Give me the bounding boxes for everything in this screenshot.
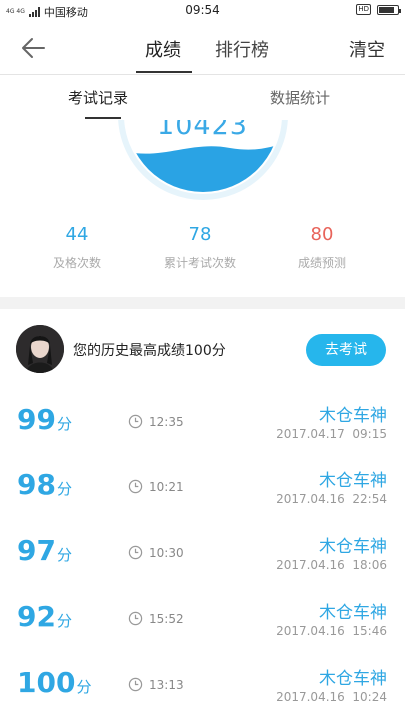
subtab-indicator [85, 117, 121, 119]
record-duration: 12:35 [128, 414, 184, 429]
record-score: 100分 [17, 666, 92, 699]
record-name: 木仓车神 [319, 406, 387, 426]
status-right: HD [356, 4, 401, 15]
subtab-exam-records[interactable]: 考试记录 [68, 87, 128, 108]
record-date: 2017.04.16 15:46 [276, 624, 387, 638]
subtab-statistics[interactable]: 数据统计 [270, 87, 330, 108]
record-duration: 10:30 [128, 545, 184, 560]
record-duration: 10:21 [128, 479, 184, 494]
section-divider [0, 297, 405, 309]
stat-value: 80 [310, 224, 334, 245]
tab-scores[interactable]: 成绩 [145, 36, 181, 62]
stats-row: 44 及格次数 78 累计考试次数 80 成绩预测 [0, 220, 405, 280]
best-score-row: 您的历史最高成绩100分 去考试 [0, 309, 405, 389]
gauge-value: 10423 [157, 120, 248, 141]
stat-passed: 44 及格次数 [22, 220, 132, 271]
record-date: 2017.04.16 18:06 [276, 558, 387, 572]
record-score: 92分 [17, 600, 72, 633]
stat-label: 及格次数 [52, 256, 101, 270]
battery-icon [377, 4, 401, 15]
tab-ranking[interactable]: 排行榜 [215, 36, 269, 62]
record-score: 97分 [17, 534, 72, 567]
record-duration: 13:13 [128, 677, 184, 692]
status-bar: 4G 4G 中国移动 09:54 HD [0, 0, 405, 22]
take-exam-button[interactable]: 去考试 [306, 334, 386, 366]
record-name: 木仓车神 [319, 471, 387, 491]
record-name: 木仓车神 [319, 603, 387, 623]
score-gauge: 10423 [0, 120, 405, 220]
tab-indicator [136, 71, 192, 73]
sub-tabs: 考试记录 数据统计 [0, 75, 405, 120]
avatar[interactable] [16, 325, 64, 373]
score-area: 10423 44 及格次数 78 累计考试次数 80 成绩预测 [0, 120, 405, 300]
nav-bar: 成绩 排行榜 清空 [0, 22, 405, 74]
clock-icon [128, 414, 143, 429]
clock-icon [128, 611, 143, 626]
record-row[interactable]: 99分 12:35 木仓车神 2017.04.17 09:15 [0, 389, 405, 455]
clock-icon [128, 479, 143, 494]
avatar-image [16, 325, 64, 373]
stat-value: 44 [65, 224, 89, 245]
record-score: 98分 [17, 468, 72, 501]
record-row[interactable]: 97分 10:30 木仓车神 2017.04.16 18:06 [0, 520, 405, 586]
record-name: 木仓车神 [319, 669, 387, 689]
clear-button[interactable]: 清空 [349, 36, 385, 62]
record-name: 木仓车神 [319, 537, 387, 557]
record-score: 99分 [17, 403, 72, 436]
hd-badge: HD [356, 4, 371, 15]
clock-icon [128, 545, 143, 560]
stat-prediction: 80 成绩预测 [267, 220, 377, 271]
record-date: 2017.04.16 10:24 [276, 690, 387, 704]
clock-icon [128, 677, 143, 692]
record-row[interactable]: 98分 10:21 木仓车神 2017.04.16 22:54 [0, 454, 405, 520]
stat-total: 78 累计考试次数 [145, 220, 255, 271]
record-date: 2017.04.16 22:54 [276, 492, 387, 506]
status-time: 09:54 [185, 3, 220, 17]
record-duration: 15:52 [128, 611, 184, 626]
arrow-left-icon [22, 38, 45, 58]
back-button[interactable] [18, 35, 52, 61]
record-date: 2017.04.17 09:15 [276, 427, 387, 441]
best-score-text: 您的历史最高成绩100分 [73, 343, 226, 359]
stat-label: 累计考试次数 [163, 256, 236, 270]
record-row[interactable]: 100分 13:13 木仓车神 2017.04.16 10:24 [0, 652, 405, 718]
record-row[interactable]: 92分 15:52 木仓车神 2017.04.16 15:46 [0, 586, 405, 652]
stat-label: 成绩预测 [297, 256, 346, 270]
stat-value: 78 [188, 224, 212, 245]
